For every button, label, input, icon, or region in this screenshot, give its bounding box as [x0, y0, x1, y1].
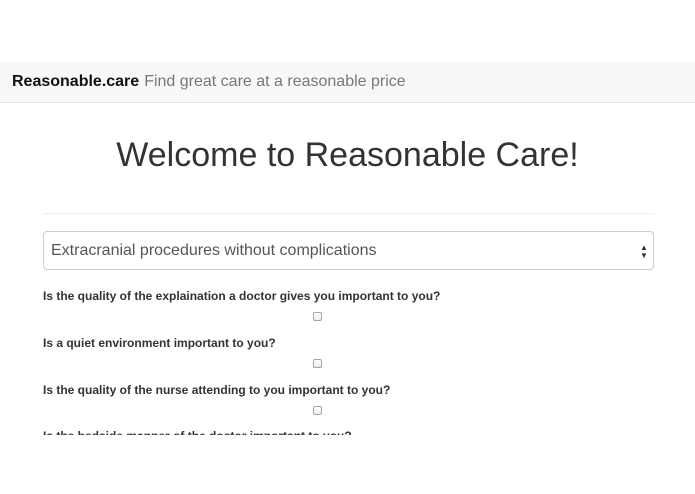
up-down-arrows-icon: ▲ ▼ — [640, 243, 648, 260]
question-checkbox[interactable] — [313, 312, 322, 321]
procedure-select[interactable]: Extracranial procedures without complica… — [43, 231, 654, 270]
divider — [43, 213, 654, 214]
question-checkbox[interactable] — [313, 406, 322, 415]
tagline: Find great care at a reasonable price — [144, 72, 406, 90]
navbar: Reasonable.care Find great care at a rea… — [0, 61, 695, 103]
question-label: Is the quality of the nurse attending to… — [43, 383, 391, 397]
question-label: Is a quiet environment important to you? — [43, 336, 276, 350]
question-checkbox[interactable] — [313, 359, 322, 368]
procedure-select-value: Extracranial procedures without complica… — [51, 241, 377, 259]
question-label: Is the quality of the explaination a doc… — [43, 289, 441, 303]
page-title: Welcome to Reasonable Care! — [116, 136, 579, 174]
viewport-bottom-cutoff — [0, 435, 695, 494]
brand-link[interactable]: Reasonable.care — [12, 73, 139, 91]
